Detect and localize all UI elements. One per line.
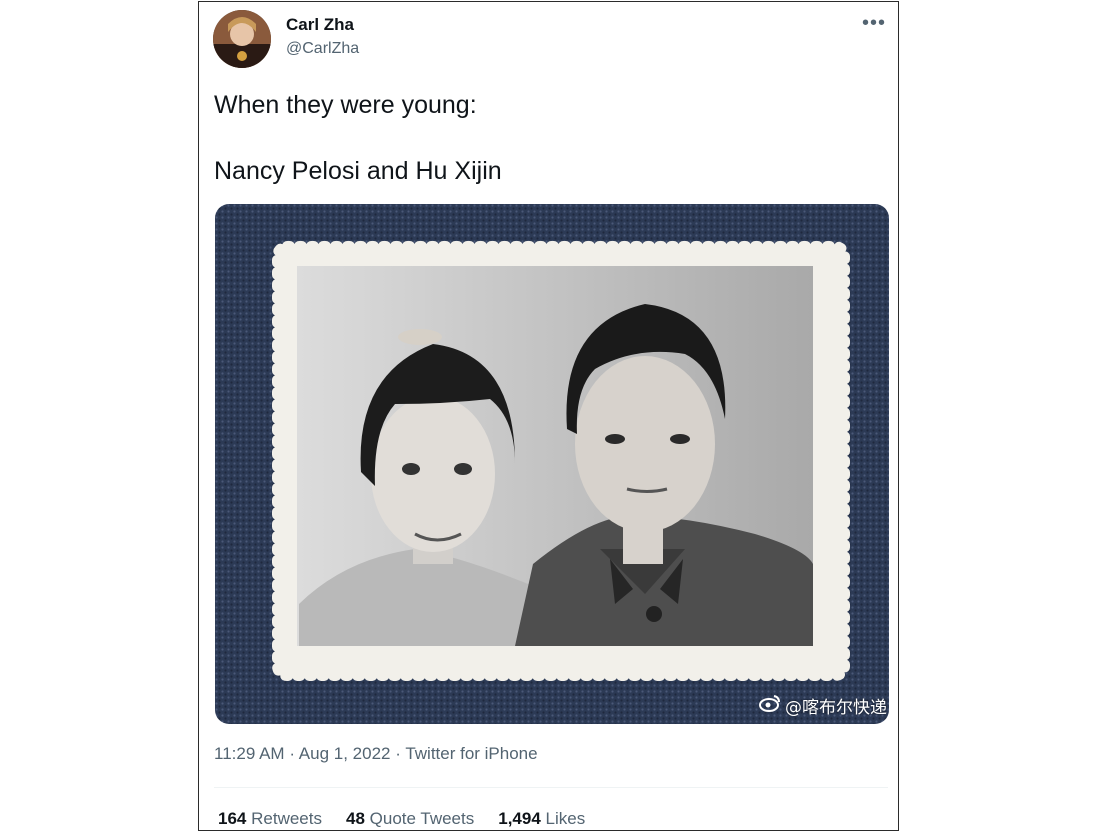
more-horizontal-icon[interactable]: ••• [862,12,886,35]
likes-stat[interactable]: 1,494 Likes [498,809,585,829]
weibo-icon [759,694,781,717]
photo-watermark: @喀布尔快递 [759,693,887,718]
tweet-date[interactable]: Aug 1, 2022 [299,744,391,763]
author-handle[interactable]: @CarlZha [286,40,359,58]
tweet-photo[interactable]: @喀布尔快递 [215,204,889,724]
tweet-meta: 11:29 AM · Aug 1, 2022 · Twitter for iPh… [214,744,538,764]
author-name[interactable]: Carl Zha [286,15,354,35]
tweet-text-line-2: Nancy Pelosi and Hu Xijin [214,157,502,185]
watermark-text: @喀布尔快递 [785,698,887,718]
retweets-stat[interactable]: 164 Retweets [218,809,322,829]
tweet-text-line-1: When they were young: [214,91,477,119]
tweet-time[interactable]: 11:29 AM [214,744,285,763]
tweet-stats: 164 Retweets 48 Quote Tweets 1,494 Likes [218,809,585,829]
quote-tweets-stat[interactable]: 48 Quote Tweets [346,809,474,829]
tweet-client[interactable]: Twitter for iPhone [405,744,537,763]
divider [214,787,888,788]
meta-separator: · [395,744,401,763]
avatar[interactable] [213,10,271,68]
meta-separator: · [289,744,295,763]
tweet-card: Carl Zha @CarlZha ••• When they were you… [198,1,899,831]
